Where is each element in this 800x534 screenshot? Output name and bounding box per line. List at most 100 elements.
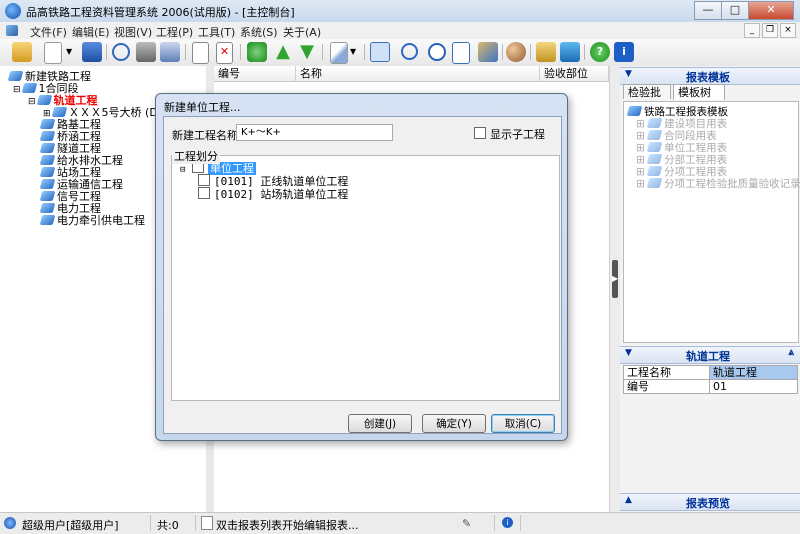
preview-icon[interactable] <box>112 43 130 61</box>
tree-label: 电力牵引供电工程 <box>57 214 145 227</box>
save-icon[interactable] <box>82 42 102 62</box>
show-subprojects-checkbox[interactable] <box>474 127 486 139</box>
copy-icon[interactable] <box>192 42 209 64</box>
info-icon: i <box>502 517 513 528</box>
refresh-icon[interactable] <box>247 42 267 62</box>
app-logo-icon <box>5 3 21 19</box>
property-row: 编号 01 <box>624 380 798 394</box>
division-tree-item[interactable]: [0102] 站场轨道单位工程 <box>198 186 348 202</box>
dialog-body: 新建工程名称: 显示子工程 ⊟ 单位工程 [0101] 正线轨道单位工程 [01… <box>163 116 562 434</box>
division-item-label: [0102] 站场轨道单位工程 <box>214 188 349 201</box>
status-count: 共:0 <box>157 519 179 532</box>
panel-title: 报表预览 <box>686 497 730 510</box>
expand-icon[interactable]: ⊞ <box>636 178 645 190</box>
collapse-up-icon[interactable]: ⩓ <box>788 347 794 358</box>
print-setup-icon[interactable] <box>160 42 180 62</box>
help-icon[interactable]: ? <box>590 42 610 62</box>
menu-file[interactable]: 文件(F) <box>30 24 67 40</box>
folder-icon <box>646 154 663 164</box>
report-list-icon[interactable] <box>370 42 390 62</box>
cancel-button[interactable]: 取消(C) <box>491 414 555 433</box>
tab-inspection-batch[interactable]: 检验批 <box>623 84 671 99</box>
project-name-label: 新建工程名称: <box>172 129 242 142</box>
menu-bar: 文件(F) 编辑(E) 视图(V) 工程(P) 工具(T) 系统(S) 关于(A… <box>0 22 800 39</box>
collapse-icon[interactable]: ⊟ <box>180 165 185 175</box>
preview-panel-header[interactable]: ▲ 报表预览 <box>620 493 800 511</box>
panel-title: 轨道工程 <box>686 350 730 363</box>
chevron-up-icon[interactable]: ▲ <box>625 495 632 505</box>
window-title: 品高铁路工程资料管理系统 2006(试用版) - [主控制台] <box>26 6 295 19</box>
chevron-down-icon[interactable]: ▼ <box>350 42 358 62</box>
property-key: 工程名称 <box>624 366 710 380</box>
properties-panel-header[interactable]: ▼ 轨道工程 ⩓ <box>620 346 800 364</box>
folder-icon <box>646 130 663 140</box>
show-subprojects-toggle[interactable]: 显示子工程 <box>474 126 545 142</box>
project-icon <box>626 106 643 116</box>
column-header-name[interactable]: 名称 <box>296 66 540 82</box>
folder-icon <box>646 118 663 128</box>
template-panel-header[interactable]: ▼ 报表模板 <box>620 67 800 85</box>
tree-item-traction[interactable]: 电力牵引供电工程 <box>39 212 145 228</box>
create-button[interactable]: 创建(J) <box>348 414 412 433</box>
chevron-down-icon[interactable]: ▼ <box>625 348 632 358</box>
clock-icon[interactable] <box>428 43 446 61</box>
chevron-down-icon[interactable]: ▼ <box>66 42 74 62</box>
edit-icon[interactable] <box>330 42 348 64</box>
property-value[interactable]: 01 <box>710 380 798 394</box>
import-icon[interactable] <box>536 42 556 62</box>
property-value[interactable]: 轨道工程 <box>710 366 798 380</box>
collapse-icon[interactable]: ⊟ <box>28 97 36 107</box>
user-icon <box>4 517 16 529</box>
menu-about[interactable]: 关于(A) <box>283 24 321 40</box>
collapse-arrow-icon[interactable]: ▶ <box>612 260 618 298</box>
mdi-restore-button[interactable]: ❐ <box>762 23 778 38</box>
ok-button[interactable]: 确定(Y) <box>422 414 486 433</box>
document-icon <box>201 516 213 530</box>
mdi-minimize-button[interactable]: _ <box>744 23 760 38</box>
open-folder-icon[interactable] <box>12 42 32 62</box>
move-down-icon[interactable]: ▼ <box>297 42 317 62</box>
maximize-button[interactable]: □ <box>721 1 749 20</box>
menu-project[interactable]: 工程(P) <box>156 24 193 40</box>
tools-icon[interactable] <box>478 42 498 62</box>
export-icon[interactable] <box>560 42 580 62</box>
property-row: 工程名称 轨道工程 <box>624 366 798 380</box>
close-button[interactable]: ✕ <box>748 1 794 20</box>
tab-template-tree[interactable]: 模板树 <box>673 84 725 100</box>
division-item-checkbox[interactable] <box>198 187 210 199</box>
chevron-down-icon[interactable]: ▼ <box>625 69 632 79</box>
print-icon[interactable] <box>136 42 156 62</box>
move-up-icon[interactable]: ▲ <box>273 42 293 62</box>
template-tree-item[interactable]: ⊞ 分项工程检验批质量验收记录 <box>636 176 800 191</box>
menu-view[interactable]: 视图(V) <box>114 24 152 40</box>
tree-label: 分项工程检验批质量验收记录 <box>664 178 800 190</box>
column-header-number[interactable]: 编号 <box>214 66 296 82</box>
new-document-icon[interactable] <box>44 42 62 64</box>
column-header-location[interactable]: 验收部位 <box>540 66 609 82</box>
pen-icon: ✎ <box>462 517 472 530</box>
menu-edit[interactable]: 编辑(E) <box>72 24 110 40</box>
menu-tools[interactable]: 工具(T) <box>198 24 235 40</box>
menu-app-icon <box>6 25 18 36</box>
template-tree: 铁路工程报表模板 ⊞ 建设项目用表 ⊞ 合同段用表 ⊞ 单位工程用表 ⊞ 分部工… <box>623 101 800 343</box>
minimize-button[interactable]: — <box>694 1 722 20</box>
dialog-title: 新建单位工程... <box>164 101 241 114</box>
project-division-group: ⊟ 单位工程 [0101] 正线轨道单位工程 [0102] 站场轨道单位工程 <box>171 155 560 401</box>
mdi-close-button[interactable]: × <box>780 23 796 38</box>
project-name-input[interactable] <box>236 124 393 141</box>
new-unit-project-dialog: 新建单位工程... 新建工程名称: 显示子工程 ⊟ 单位工程 [0101] 正线… <box>155 93 568 441</box>
users-icon[interactable] <box>506 42 526 62</box>
table-icon[interactable] <box>452 42 470 64</box>
collapse-icon[interactable]: ⊟ <box>13 85 21 95</box>
division-item-checkbox[interactable] <box>198 174 210 186</box>
info-icon[interactable]: i <box>614 42 634 62</box>
search-icon[interactable] <box>401 43 418 60</box>
status-bar: 超级用户[超级用户] 共:0 双击报表列表开始编辑报表... ✎ i <box>0 512 800 534</box>
menu-system[interactable]: 系统(S) <box>240 24 278 40</box>
right-panel: ▼ 报表模板 检验批 模板树 铁路工程报表模板 ⊞ 建设项目用表 ⊞ 合同段用表… <box>620 66 800 512</box>
folder-icon <box>646 142 663 152</box>
folder-icon <box>646 178 663 188</box>
panel-title: 报表模板 <box>686 71 730 84</box>
delete-icon[interactable]: ✕ <box>216 42 233 64</box>
properties-grid: 工程名称 轨道工程 编号 01 <box>623 365 798 394</box>
